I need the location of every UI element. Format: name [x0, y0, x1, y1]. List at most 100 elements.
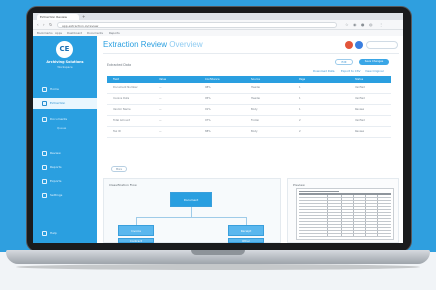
sidebar-item-extraction[interactable]: Extraction: [33, 98, 97, 109]
doc-rule: [299, 206, 391, 207]
table-cell: 88%: [205, 130, 211, 133]
table-cell: —: [159, 108, 162, 111]
page-title-text: Extraction Review: [103, 40, 168, 49]
table-cell: Verified: [355, 97, 365, 100]
table-row[interactable]: Invoice Date — 95% Header 1 Verified: [107, 94, 391, 105]
reports-icon: [42, 164, 47, 170]
sidebar-item-review[interactable]: Review: [33, 148, 97, 159]
flow-node-root[interactable]: Document: [170, 192, 212, 207]
table-cell: Document Number: [113, 86, 138, 89]
table-cell: 1: [299, 86, 301, 89]
flow-node[interactable]: Invoice: [118, 225, 154, 236]
sidebar-item-label: Help: [50, 231, 57, 235]
sidebar-item-label: Settings: [50, 193, 63, 197]
org-subtitle: Workspace: [57, 65, 73, 69]
profile-icon[interactable]: ◍: [369, 22, 373, 28]
page-title: Extraction Review Overview: [103, 40, 203, 49]
table-cell: Body: [251, 130, 258, 133]
sidebar-subitem-queue[interactable]: Queue: [33, 126, 97, 130]
sidebar-item-home[interactable]: Home: [33, 84, 97, 95]
panel-title: Classification Flow: [109, 183, 137, 187]
table-cell: Review: [355, 130, 365, 133]
table-cell: 91%: [205, 108, 211, 111]
table-header: Field Value Confidence Source Page Statu…: [107, 76, 391, 83]
doc-rule: [299, 218, 391, 219]
table-cell: 95%: [205, 97, 211, 100]
flow-node[interactable]: Contract: [118, 238, 154, 243]
column-header[interactable]: Page: [299, 76, 305, 83]
header-divider: [103, 53, 399, 54]
sidebar: CE Archiving Solutions Workspace Home Ex…: [33, 36, 97, 243]
help-icon: [42, 230, 47, 236]
laptop-base: [6, 250, 430, 264]
table-row[interactable]: Total Amount — 97% Footer 2 Verified: [107, 116, 391, 127]
column-header[interactable]: Value: [159, 76, 166, 83]
save-button[interactable]: Save Changes: [359, 59, 389, 65]
doc-rule: [299, 191, 339, 192]
search-input[interactable]: [366, 41, 398, 49]
avatar[interactable]: [345, 41, 353, 49]
table-cell: —: [159, 130, 162, 133]
table-row[interactable]: Tax ID — 88% Body 2 Review: [107, 127, 391, 138]
document-icon: [42, 116, 47, 122]
browser-tab-strip: Extraction Review +: [33, 13, 403, 20]
back-icon[interactable]: ‹: [37, 21, 39, 28]
menu-icon[interactable]: ⋮: [379, 22, 383, 28]
sidebar-item-label: Documents: [50, 117, 68, 121]
main-content: Extraction Review Overview Extracted Dat…: [97, 36, 403, 243]
table-cell: Verified: [355, 119, 365, 122]
export-link[interactable]: Export to CSV: [341, 69, 360, 73]
document-preview-image[interactable]: [296, 188, 394, 240]
reload-icon[interactable]: ↻: [49, 21, 52, 28]
edit-button[interactable]: Edit: [335, 59, 353, 65]
column-header[interactable]: Source: [251, 76, 260, 83]
extension-icon[interactable]: ◉: [353, 22, 357, 28]
url-input[interactable]: app.extraction.io/review: [57, 21, 337, 28]
column-header[interactable]: Confidence: [205, 76, 220, 83]
more-button[interactable]: More: [111, 166, 127, 172]
extension-icon[interactable]: ●: [361, 22, 365, 28]
sidebar-item-help[interactable]: Help: [33, 228, 97, 239]
app-logo[interactable]: CE: [56, 41, 73, 58]
column-header[interactable]: Field: [113, 76, 119, 83]
address-bar: ‹ › ↻ app.extraction.io/review ☆ ◉ ● ◍ ⋮: [33, 20, 403, 30]
table-cell: Body: [251, 108, 258, 111]
document-preview-panel: Preview: [287, 178, 399, 243]
export-icon: [42, 178, 47, 184]
sidebar-item-exports[interactable]: Exports: [33, 176, 97, 187]
star-icon[interactable]: ☆: [345, 22, 349, 28]
doc-rule: [299, 203, 391, 204]
sidebar-item-documents[interactable]: Documents: [33, 114, 97, 125]
column-header[interactable]: Status: [355, 76, 363, 83]
table-cell: Total Amount: [113, 119, 131, 122]
flow-connector: [246, 217, 247, 225]
sidebar-item-settings[interactable]: Settings: [33, 190, 97, 201]
table-cell: Review: [355, 108, 365, 111]
sidebar-item-reports[interactable]: Reports: [33, 162, 97, 173]
avatar[interactable]: [355, 41, 363, 49]
flow-node[interactable]: Other: [228, 238, 264, 243]
forward-icon[interactable]: ›: [43, 21, 45, 28]
table-cell: Invoice Date: [113, 97, 130, 100]
table-cell: 1: [299, 108, 301, 111]
doc-rule: [299, 197, 391, 198]
doc-rule: [299, 221, 391, 222]
sidebar-item-label: Extraction: [50, 101, 66, 105]
view-original-link[interactable]: View Original: [365, 69, 383, 73]
review-icon: [42, 150, 47, 156]
download-link[interactable]: Download Data: [313, 69, 334, 73]
sidebar-item-label: Home: [50, 87, 59, 91]
classification-flow-panel: Classification Flow Document Invoice Rec…: [103, 178, 281, 243]
page-title-suffix: Overview: [169, 40, 203, 49]
flow-node[interactable]: Receipt: [228, 225, 264, 236]
gear-icon: [42, 192, 47, 198]
laptop-shadow: [16, 264, 420, 270]
flow-connector: [136, 217, 246, 218]
table-cell: Tax ID: [113, 130, 121, 133]
table-row[interactable]: Vendor Name — 91% Body 1 Review: [107, 105, 391, 116]
doc-rule: [299, 212, 391, 213]
sidebar-item-label: Review: [50, 151, 61, 155]
table-row[interactable]: Document Number — 98% Header 1 Verified: [107, 83, 391, 94]
laptop-screen: Extraction Review + ‹ › ↻ app.extraction…: [33, 13, 403, 243]
table-cell: Footer: [251, 119, 260, 122]
